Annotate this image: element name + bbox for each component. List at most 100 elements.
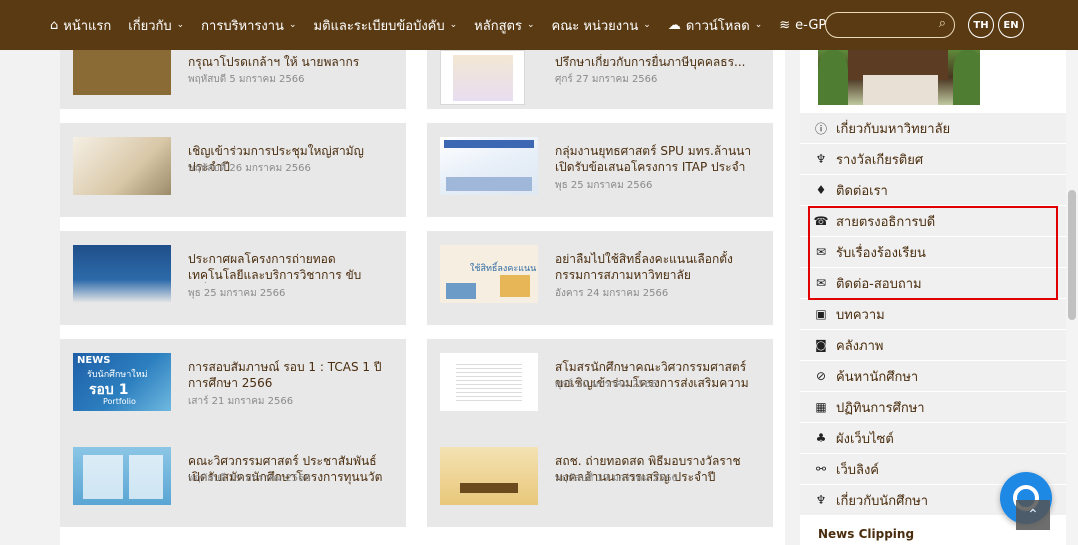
news-thumbnail: ใช้สิทธิ์ลงคะแนน [440, 245, 538, 303]
news-grid: กรุณาโปรดเกล้าฯ ให้ นายพลากร สุวรรณ... พ… [60, 50, 785, 545]
nav-item-curriculum[interactable]: หลักสูตร ⌄ [474, 15, 534, 36]
camera-icon: ◙ [815, 338, 827, 352]
news-date: อังคาร 24 มกราคม 2566 [555, 288, 669, 299]
search-input[interactable]: ⌕ [825, 12, 955, 38]
nav-label: การบริหารงาน [201, 18, 284, 34]
nav-item-faculties[interactable]: คณะ หน่วยงาน ⌄ [552, 15, 651, 36]
news-card[interactable]: เชิญเข้าร่วมการประชุมใหญ่สามัญประจำปี พฤ… [60, 123, 406, 217]
sidebar-item-academic-calendar[interactable]: ▦ ปฏิทินการศึกษา [800, 392, 1066, 423]
news-thumbnail [440, 353, 538, 411]
page-scrollbar-thumb[interactable] [1068, 190, 1076, 320]
news-thumbnail [73, 447, 171, 505]
news-date: พุธ 25 มกราคม 2566 [555, 180, 653, 191]
thumb-portfolio: Portfolio [103, 397, 136, 406]
nav-label: คณะ หน่วยงาน [551, 18, 639, 34]
sidebar-item-about-university[interactable]: ⓘ เกี่ยวกับมหาวิทยาลัย [800, 113, 1066, 144]
news-thumbnail [73, 137, 171, 195]
news-title[interactable]: อย่าลืมไปใช้สิทธิ์ลงคะแนนเลือกตั้งกรรมกา… [555, 251, 755, 283]
news-title[interactable]: ปรึกษาเกี่ยวกับการยื่นภาษีบุคคลธร... [555, 54, 755, 70]
nav-menu: ⌂ หน้าแรก เกี่ยวกับ ⌄ การบริหารงาน ⌄ มติ… [50, 0, 843, 50]
news-date: ศุกร์ 20 มกราคม 2566 [555, 379, 658, 390]
news-card[interactable]: NEWS รับนักศึกษาใหม่ รอบ 1 Portfolio การ… [60, 339, 406, 433]
cloud-icon: ☁ [667, 17, 681, 33]
nav-label: ดาวน์โหลด [685, 18, 750, 34]
nav-label: หลักสูตร [474, 18, 522, 34]
trophy-icon: ♆ [815, 152, 827, 166]
sidebar-item-articles[interactable]: ▣ บทความ [800, 299, 1066, 330]
sidebar-item-label: รางวัลเกียรติยศ [836, 152, 924, 168]
news-thumbnail [440, 137, 538, 195]
map-marker-icon: ♦ [815, 183, 827, 197]
sidebar-item-label: เกี่ยวกับมหาวิทยาลัย [836, 121, 951, 137]
sidebar-item-label: เว็บลิงค์ [836, 462, 880, 478]
lang-en-button[interactable]: EN [998, 12, 1024, 38]
rss-icon: ≋ [779, 17, 791, 33]
news-thumbnail [440, 447, 538, 505]
chevron-down-icon: ⌄ [526, 20, 535, 30]
sidebar-item-sitemap[interactable]: ♣ ผังเว็บไซต์ [800, 423, 1066, 454]
chevron-down-icon: ⌄ [288, 20, 297, 30]
highlight-annotation [808, 206, 1058, 300]
trophy-icon: ♆ [815, 493, 827, 507]
news-date: พฤหัสบดี 19 มกราคม 2566 [188, 473, 311, 484]
sidebar-item-contact-us[interactable]: ♦ ติดต่อเรา [800, 175, 1066, 206]
news-title[interactable]: การสอบสัมภาษณ์ รอบ 1 : TCAS 1 ปีการศึกษา… [188, 359, 388, 391]
news-card[interactable]: กรุณาโปรดเกล้าฯ ให้ นายพลากร สุวรรณ... พ… [60, 50, 406, 109]
news-card[interactable]: สถช. ถ่ายทอดสด พิธีมอบรางวัลราชมงคลล้านน… [427, 433, 773, 527]
sidebar-item-label: เกี่ยวกับนักศึกษา [836, 493, 929, 509]
sidebar-menu: ⓘ เกี่ยวกับมหาวิทยาลัย ♆ รางวัลเกียรติยศ… [800, 113, 1066, 516]
nav-label: เกี่ยวกับ [128, 18, 172, 34]
nav-label: มติและระเบียบข้อบังคับ [313, 18, 445, 34]
nav-label: หน้าแรก [63, 18, 112, 34]
sidebar-item-awards[interactable]: ♆ รางวัลเกียรติยศ [800, 144, 1066, 175]
news-thumbnail [73, 50, 171, 95]
back-to-top-button[interactable]: ⌃ [1016, 500, 1050, 530]
chevron-down-icon: ⌄ [643, 20, 651, 30]
sitemap-icon: ♣ [815, 431, 827, 445]
campus-photo [818, 50, 980, 105]
nav-item-egp[interactable]: ≋ e-GP [779, 18, 826, 33]
news-card[interactable]: ประกาศผลโครงการถ่ายทอดเทคโนโลยีและบริการ… [60, 231, 406, 325]
thumb-news: NEWS [77, 355, 111, 366]
nav-item-regulations[interactable]: มติและระเบียบข้อบังคับ ⌄ [314, 15, 458, 36]
news-date: เสาร์ 21 มกราคม 2566 [188, 396, 294, 407]
news-title[interactable]: กลุ่มงานยุทธศาสตร์ SPU มทร.ล้านนา เปิดรั… [555, 143, 755, 175]
sidebar-item-gallery[interactable]: ◙ คลังภาพ [800, 330, 1066, 361]
news-card[interactable]: กลุ่มงานยุทธศาสตร์ SPU มทร.ล้านนา เปิดรั… [427, 123, 773, 217]
calendar-icon: ▦ [815, 400, 827, 414]
sidebar-item-label: คลังภาพ [836, 338, 884, 354]
news-card[interactable]: คณะวิศวกรรมศาสตร์ ประชาสัมพันธ์เปิดรับสม… [60, 433, 406, 527]
sidebar-item-label: ค้นหานักศึกษา [836, 369, 919, 385]
news-thumbnail [440, 50, 525, 105]
news-clipping-link[interactable]: News Clipping [818, 527, 914, 541]
nav-item-management[interactable]: การบริหารงาน ⌄ [201, 15, 296, 36]
news-title[interactable]: ประกาศผลโครงการถ่ายทอดเทคโนโลยีและบริการ… [188, 251, 388, 283]
compass-icon: ⊘ [815, 369, 827, 383]
news-date: พุธ 25 มกราคม 2566 [188, 288, 286, 299]
news-title[interactable]: กรุณาโปรดเกล้าฯ ให้ นายพลากร สุวรรณ... [188, 54, 388, 70]
chevron-down-icon: ⌄ [449, 20, 458, 30]
chevron-down-icon: ⌄ [176, 20, 185, 30]
news-card[interactable]: ใช้สิทธิ์ลงคะแนน อย่าลืมไปใช้สิทธิ์ลงคะแ… [427, 231, 773, 325]
nav-item-download[interactable]: ☁ ดาวน์โหลด ⌄ [668, 15, 762, 36]
news-card[interactable]: สโมสรนักศึกษาคณะวิศวกรรมศาสตร์ ขอเชิญเข้… [427, 339, 773, 433]
sidebar-item-label: บทความ [836, 307, 885, 323]
image-icon: ▣ [815, 307, 827, 321]
sidebar-item-student-search[interactable]: ⊘ ค้นหานักศึกษา [800, 361, 1066, 392]
news-date: พฤหัสบดี 19 มกราคม 2566 [555, 473, 678, 484]
news-date: ศุกร์ 27 มกราคม 2566 [555, 74, 658, 85]
nav-item-about[interactable]: เกี่ยวกับ ⌄ [128, 15, 184, 36]
nav-item-home[interactable]: ⌂ หน้าแรก [50, 15, 111, 36]
search-icon[interactable]: ⌕ [939, 16, 946, 31]
sidebar-item-label: ติดต่อเรา [836, 183, 888, 199]
info-icon: ⓘ [814, 121, 827, 136]
lang-th-button[interactable]: TH [968, 12, 994, 38]
news-card[interactable]: ปรึกษาเกี่ยวกับการยื่นภาษีบุคคลธร... ศุก… [427, 50, 773, 109]
chevron-down-icon: ⌄ [754, 20, 763, 30]
news-thumbnail [73, 245, 171, 303]
top-navbar: ⌂ หน้าแรก เกี่ยวกับ ⌄ การบริหารงาน ⌄ มติ… [0, 0, 1078, 50]
news-date: พฤหัสบดี 26 มกราคม 2566 [188, 163, 311, 174]
chevron-up-icon: ⌃ [1027, 507, 1039, 523]
nav-label: e-GP [795, 17, 827, 33]
home-icon: ⌂ [50, 17, 59, 33]
